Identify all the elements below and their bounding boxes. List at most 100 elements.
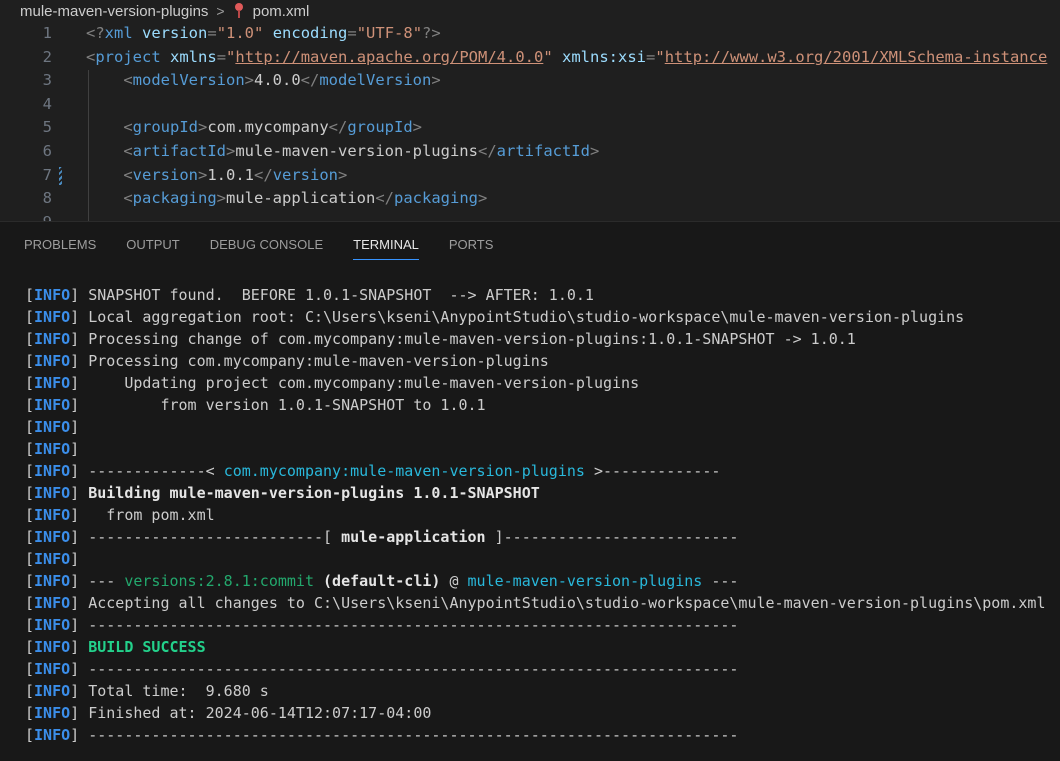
bottom-panel: PROBLEMS OUTPUT DEBUG CONSOLE TERMINAL PORTS… xyxy=(0,221,1060,761)
line-number: 5 xyxy=(42,118,52,137)
code-token: </ xyxy=(254,165,273,184)
log-level: INFO xyxy=(34,660,71,678)
code-line[interactable]: 4 xyxy=(0,93,1060,117)
breadcrumb-file[interactable]: pom.xml xyxy=(253,3,310,20)
terminal-line: [INFO] Finished at: 2024-06-14T12:07:17-… xyxy=(25,704,432,722)
terminal-text: mule-application xyxy=(341,528,486,546)
log-level: INFO xyxy=(34,330,71,348)
code-token: encoding xyxy=(272,24,348,42)
code-token: <? xyxy=(86,24,105,42)
code-token: groupId xyxy=(132,118,198,137)
log-level: INFO xyxy=(34,638,71,656)
code-token: 1.0.1 xyxy=(207,165,255,184)
breadcrumb-separator: > xyxy=(216,3,225,19)
code-token: artifactId xyxy=(132,141,226,160)
log-level: INFO xyxy=(34,682,71,700)
terminal-text: Processing change of com.mycompany:mule-… xyxy=(88,330,856,348)
terminal-text: Finished at: 2024-06-14T12:07:17-04:00 xyxy=(88,704,432,722)
code-token: " xyxy=(543,47,553,66)
terminal-text: (default-cli) xyxy=(323,572,441,590)
terminal-text: --------------------------[ xyxy=(88,528,342,546)
modified-line-indicator[interactable] xyxy=(59,166,62,185)
terminal-text: Total time: 9.680 s xyxy=(88,682,269,700)
log-level: INFO xyxy=(34,506,71,524)
editor[interactable]: mule-maven-version-plugins > pom.xml 1 <?… xyxy=(0,0,1060,221)
terminal-text: mule-maven-version-plugins xyxy=(467,572,703,590)
terminal-text: --- xyxy=(88,572,125,590)
log-level: INFO xyxy=(34,462,71,480)
code-text: <artifactId>mule-maven-version-plugins</… xyxy=(86,140,599,164)
terminal-text: versions:2.8.1:commit xyxy=(124,572,314,590)
tab-output[interactable]: OUTPUT xyxy=(126,236,179,260)
code-text: <groupId>com.mycompany</groupId> xyxy=(86,116,422,140)
code-area[interactable]: 1 <?xml version="1.0" encoding="UTF-8"?> 2… xyxy=(0,22,1060,221)
log-level: INFO xyxy=(34,726,71,744)
terminal-text: ----------------------------------------… xyxy=(88,660,739,678)
code-token: > xyxy=(338,165,348,184)
code-line[interactable]: 8 <packaging>mule-application</packaging… xyxy=(0,187,1060,211)
terminal-text: ]-------------------------- xyxy=(485,528,739,546)
terminal-line: [INFO] xyxy=(25,440,89,458)
terminal-line: [INFO] Building mule-maven-version-plugi… xyxy=(25,484,540,502)
log-level: INFO xyxy=(34,704,71,722)
code-token: "UTF-8" xyxy=(356,24,423,42)
code-text: <version>1.0.1</version> xyxy=(86,164,347,188)
code-token: = xyxy=(347,24,357,42)
code-token: > xyxy=(226,141,236,160)
code-token: < xyxy=(86,47,96,66)
log-level: INFO xyxy=(34,572,71,590)
code-token: artifactId xyxy=(496,141,590,160)
code-line[interactable]: 9 xyxy=(0,211,1060,221)
code-token: project xyxy=(95,47,161,66)
terminal-line: [INFO] Total time: 9.680 s xyxy=(25,682,269,700)
terminal-output[interactable]: [INFO] SNAPSHOT found. BEFORE 1.0.1-SNAP… xyxy=(25,284,1045,746)
log-level: INFO xyxy=(34,484,71,502)
code-line[interactable]: 2 <project xmlns="http://maven.apache.org… xyxy=(0,46,1060,70)
code-token: > xyxy=(589,141,600,160)
code-line[interactable]: 1 <?xml version="1.0" encoding="UTF-8"?> xyxy=(0,22,1060,46)
code-token: groupId xyxy=(347,118,413,137)
code-line[interactable]: 7 <version>1.0.1</version> xyxy=(0,164,1060,188)
code-token: version xyxy=(272,165,339,184)
line-number: 4 xyxy=(42,94,52,113)
terminal-text: Processing com.mycompany:mule-maven-vers… xyxy=(88,352,549,370)
terminal-text: --- xyxy=(702,572,739,590)
terminal-text: Accepting all changes to C:\Users\kseni\… xyxy=(88,594,1046,612)
breadcrumb-folder[interactable]: mule-maven-version-plugins xyxy=(20,3,208,20)
code-token: > xyxy=(478,189,488,208)
log-level: INFO xyxy=(34,418,71,436)
code-token: packaging xyxy=(132,189,217,208)
tab-debug-console[interactable]: DEBUG CONSOLE xyxy=(210,236,323,260)
code-line[interactable]: 6 <artifactId>mule-maven-version-plugins… xyxy=(0,140,1060,164)
terminal-text: Local aggregation root: C:\Users\kseni\A… xyxy=(88,308,965,326)
code-token: xml xyxy=(104,24,133,42)
code-token: http://www.w3.org/2001/XMLSchema-instanc… xyxy=(664,47,1048,66)
code-token: http://maven.apache.org/POM/4.0.0 xyxy=(235,47,544,66)
terminal-text: BUILD SUCCESS xyxy=(88,638,206,656)
tab-ports[interactable]: PORTS xyxy=(449,236,494,260)
code-token: 4.0.0 xyxy=(254,71,301,90)
terminal-text: @ xyxy=(440,572,468,590)
log-level: INFO xyxy=(34,352,71,370)
code-token: > xyxy=(431,71,441,90)
code-token: modelVersion xyxy=(132,71,245,90)
tab-terminal[interactable]: TERMINAL xyxy=(353,236,419,260)
line-number: 9 xyxy=(0,211,52,221)
code-token: com.mycompany xyxy=(207,118,329,137)
code-token: version xyxy=(142,24,208,42)
breadcrumb: mule-maven-version-plugins > pom.xml xyxy=(20,1,309,21)
terminal-line: [INFO] Updating project com.mycompany:mu… xyxy=(25,374,640,392)
line-number: 8 xyxy=(42,189,52,208)
code-line[interactable]: 5 <groupId>com.mycompany</groupId> xyxy=(0,116,1060,140)
tab-problems[interactable]: PROBLEMS xyxy=(24,236,96,260)
code-line[interactable]: 3 <modelVersion>4.0.0</modelVersion> xyxy=(0,69,1060,93)
code-token: </ xyxy=(477,141,497,160)
code-token: " xyxy=(226,47,236,66)
